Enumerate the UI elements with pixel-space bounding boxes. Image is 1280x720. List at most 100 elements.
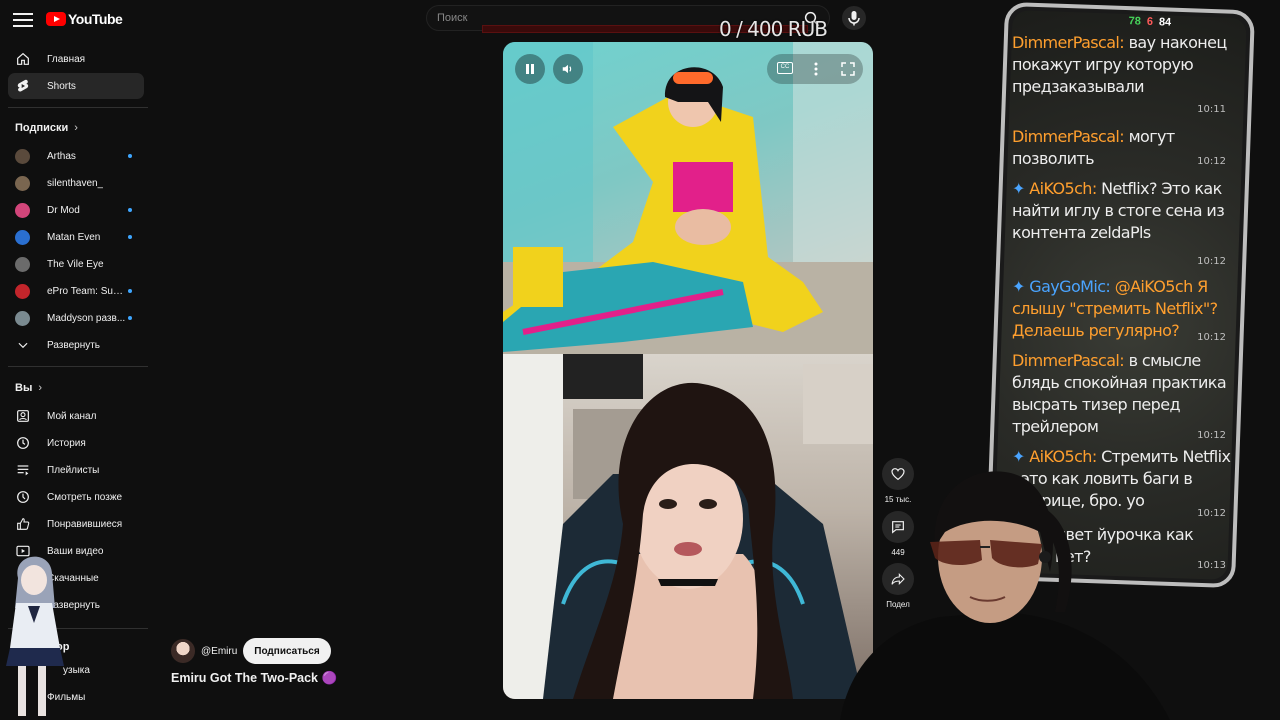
logo-text: YouTube: [68, 11, 123, 27]
status-red: 6: [1146, 15, 1154, 28]
shorts-player[interactable]: CC: [503, 42, 873, 699]
chat-username: DimmerPascal:: [1012, 127, 1125, 146]
sidebar-item-label: Мой канал: [47, 410, 97, 422]
status-green: 78: [1128, 15, 1142, 28]
channel-row: @Emiru Подписаться: [171, 638, 331, 664]
sword-badge-icon: ✦: [1012, 277, 1030, 296]
volume-icon: [562, 64, 572, 74]
sidebar-item-label: Смотреть позже: [47, 491, 123, 503]
home-icon: [15, 51, 31, 67]
phone-status-bar: 78 6 84: [1128, 15, 1171, 28]
status-white: 84: [1158, 16, 1172, 29]
sidebar-subscription[interactable]: ePro Team: Supp...: [8, 278, 144, 304]
volume-button[interactable]: [553, 54, 583, 84]
sword-badge-icon: ✦: [1012, 179, 1030, 198]
chat-username: DimmerPascal:: [1012, 33, 1125, 52]
sidebar-item-label: Плейлисты: [47, 464, 100, 476]
top-bar: YouTube 0 / 400 RUB: [0, 0, 1000, 41]
sidebar-subscription[interactable]: Dr Mod: [8, 197, 144, 223]
chat-username: DimmerPascal:: [1012, 351, 1125, 370]
channel-icon: [15, 408, 31, 424]
chat-timestamp: 10:12: [1197, 156, 1226, 167]
new-content-dot: [128, 316, 132, 320]
avatar[interactable]: [171, 639, 195, 663]
sidebar-item-label: Matan Even: [47, 231, 101, 243]
fullscreen-icon[interactable]: [841, 62, 855, 76]
sidebar-item-my-channel[interactable]: Мой канал: [8, 403, 144, 429]
video-frame-top: [503, 42, 873, 354]
channel-name[interactable]: @Emiru: [201, 646, 237, 657]
sidebar-item-label: Maddyson разв...: [47, 312, 126, 324]
sidebar-subscription[interactable]: Arthas: [8, 143, 144, 169]
playlists-icon: [15, 462, 31, 478]
you-header[interactable]: Вы ›: [15, 382, 42, 394]
new-content-dot: [128, 208, 132, 212]
sidebar-item-history[interactable]: История: [8, 430, 144, 456]
pause-button[interactable]: [515, 54, 545, 84]
chevron-down-icon: [15, 337, 31, 353]
avatar: [15, 175, 30, 191]
chevron-right-icon: ›: [38, 382, 43, 394]
shorts-icon: [15, 78, 31, 94]
avatar: [15, 148, 30, 164]
new-content-dot: [128, 289, 132, 293]
avatar: [15, 256, 30, 272]
youtube-logo[interactable]: YouTube: [46, 11, 123, 27]
sidebar-item-label: ePro Team: Supp...: [47, 285, 127, 297]
emoji-icon: 🟣: [321, 671, 338, 685]
avatar: [15, 310, 30, 326]
streamer-webcam: [830, 462, 1240, 720]
chat-timestamp: 10:12: [1197, 430, 1226, 441]
subscriptions-title: Подписки: [15, 122, 69, 134]
youtube-play-icon: [46, 12, 66, 26]
chat-message: DimmerPascal: в смысле блядь спокойная п…: [1012, 350, 1232, 438]
sidebar-item-label: Понравившиеся: [47, 518, 123, 530]
like-icon: [15, 516, 31, 532]
sidebar-item-label: Развернуть: [47, 339, 101, 351]
sidebar-subscription[interactable]: Maddyson разв...: [8, 305, 144, 331]
video-title-text: Emiru Got The Two-Pack: [171, 671, 319, 685]
chat-timestamp: 10:11: [1197, 104, 1226, 115]
chevron-right-icon: ›: [74, 122, 78, 134]
chat-username: GayGoMic:: [1029, 277, 1111, 296]
video-title[interactable]: Emiru Got The Two-Pack 🟣: [171, 671, 337, 686]
avatar: [15, 283, 30, 299]
menu-icon[interactable]: [13, 10, 33, 28]
history-icon: [15, 435, 31, 451]
more-options-icon[interactable]: [813, 61, 819, 77]
subscribe-button[interactable]: Подписаться: [243, 638, 331, 664]
sidebar-item-label: Главная: [47, 53, 86, 65]
chat-username: AiKO5ch:: [1029, 179, 1097, 198]
sidebar-item-label: The Vile Eye: [47, 258, 104, 270]
sidebar-item-shorts[interactable]: Shorts: [8, 73, 144, 99]
avatar: [15, 202, 30, 218]
new-content-dot: [128, 154, 132, 158]
sidebar-item-watch-later[interactable]: Смотреть позже: [8, 484, 144, 510]
sidebar-item-label: Arthas: [47, 150, 76, 162]
sidebar-subscription[interactable]: silenthaven_: [8, 170, 144, 196]
sidebar-item-label: silenthaven_: [47, 177, 104, 189]
sidebar-item-playlists[interactable]: Плейлисты: [8, 457, 144, 483]
sidebar-item-label: Shorts: [47, 80, 76, 92]
chat-timestamp: 10:12: [1197, 332, 1226, 343]
watch-later-icon: [15, 489, 31, 505]
sidebar-item-liked[interactable]: Понравившиеся: [8, 511, 144, 537]
sidebar-subscription[interactable]: Matan Even: [8, 224, 144, 250]
sidebar-expand-subscriptions[interactable]: Развернуть: [8, 332, 144, 358]
sidebar-item-label: История: [47, 437, 86, 449]
chat-message: DimmerPascal: вау наконец покажут игру к…: [1012, 32, 1232, 98]
divider: [8, 107, 148, 108]
captions-icon[interactable]: CC: [777, 62, 793, 74]
chat-message: ✦ AiKO5ch: Netflix? Это как найти иглу в…: [1012, 178, 1232, 244]
new-content-dot: [128, 235, 132, 239]
avatar: [15, 229, 30, 245]
microphone-icon[interactable]: [842, 6, 866, 30]
subscriptions-header[interactable]: Подписки ›: [15, 122, 78, 134]
sidebar-subscription[interactable]: The Vile Eye: [8, 251, 144, 277]
sidebar-item-home[interactable]: Главная: [8, 46, 144, 72]
sidebar-item-label: Dr Mod: [47, 204, 80, 216]
you-title: Вы: [15, 382, 33, 394]
chat-timestamp: 10:12: [1197, 256, 1226, 267]
divider: [8, 366, 148, 367]
pause-icon: [526, 64, 534, 74]
